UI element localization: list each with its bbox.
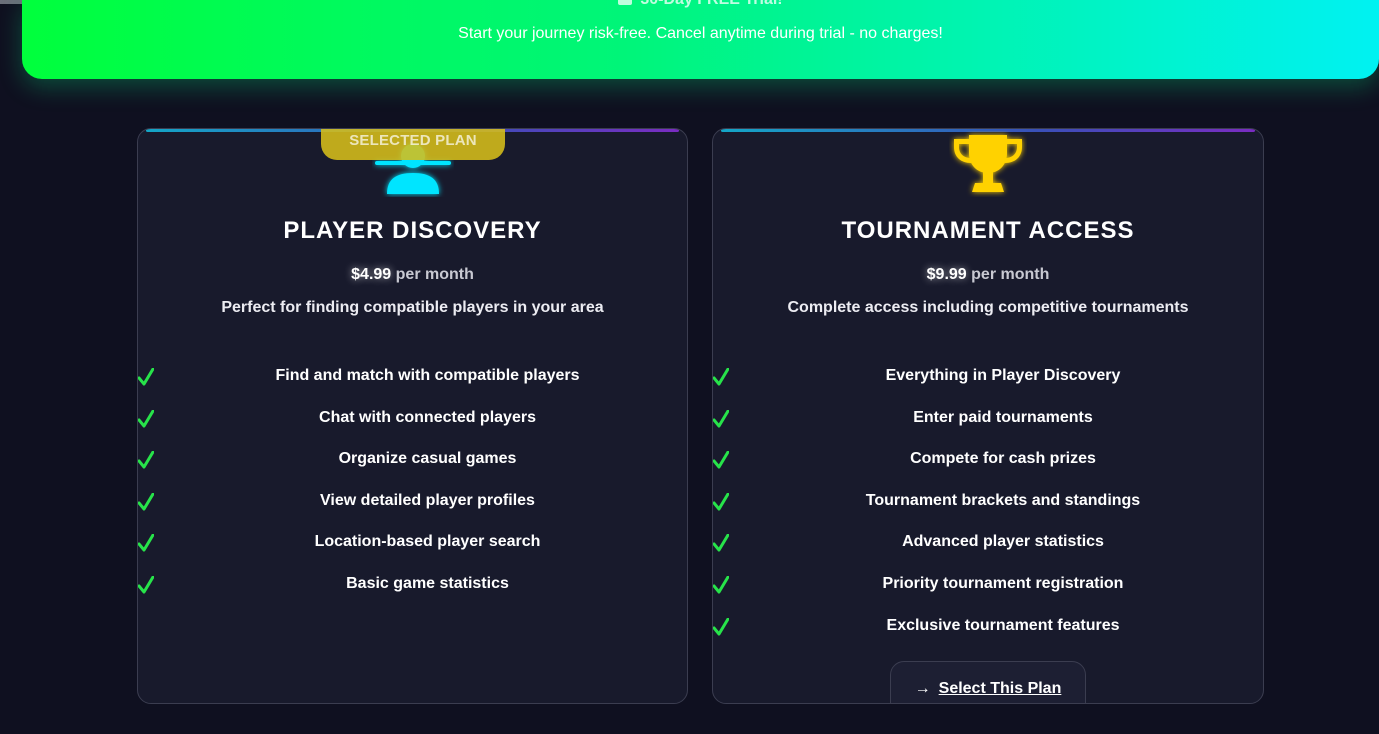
feature-label: Location-based player search [314,533,541,551]
feature-item: Compete for cash prizes [713,445,1263,487]
feature-item: Basic game statistics [138,570,687,612]
check-icon [713,451,729,469]
plan-icon-area: SELECTED PLAN [138,129,687,199]
banner-subtitle: Start your journey risk-free. Cancel any… [458,25,943,42]
feature-item: Exclusive tournament features [713,612,1263,654]
plan-price: $9.99 per month [713,266,1263,284]
feature-item: Chat with connected players [138,404,687,446]
feature-label: Tournament brackets and standings [865,491,1141,509]
check-icon [713,575,729,594]
plan-description: Perfect for finding compatible players i… [221,299,604,316]
feature-label: Priority tournament registration [882,574,1124,592]
plan-title: TOURNAMENT ACCESS [841,217,1135,244]
feature-label: View detailed player profiles [320,491,535,509]
feature-label: Organize casual games [338,450,517,468]
feature-list: Everything in Player Discovery Enter pai… [713,362,1263,653]
feature-item: Advanced player statistics [713,528,1263,570]
feature-label: Basic game statistics [346,574,509,592]
feature-item: Tournament brackets and standings [713,487,1263,529]
feature-label: Enter paid tournaments [913,408,1093,426]
plan-icon-area [713,129,1263,199]
feature-item: View detailed player profiles [138,487,687,529]
check-icon [713,534,729,552]
price-period: per month [971,266,1050,283]
price-amount: $9.99 [926,266,967,283]
check-icon [138,368,154,386]
plan-card-player-discovery[interactable]: SELECTED PLAN PLAYER DISCOVERY $4.99 per… [137,128,688,704]
feature-label: Find and match with compatible players [275,367,580,384]
select-plan-button[interactable]: → Select This Plan [890,661,1086,703]
select-plan-label: Select This Plan [938,680,1062,697]
check-icon [713,492,729,511]
check-icon [138,409,154,428]
feature-item: Location-based player search [138,528,687,570]
check-icon [138,451,154,469]
price-amount: $4.99 [351,266,392,283]
check-icon [138,492,154,511]
feature-item: Find and match with compatible players [138,362,687,404]
check-icon [713,617,729,636]
feature-list: Find and match with compatible players C… [138,362,687,612]
free-trial-banner: 30-Day FREE Trial! Start your journey ri… [22,0,1379,79]
plan-price: $4.99 per month [138,266,687,284]
trophy-icon [954,135,1022,192]
feature-label: Chat with connected players [319,408,536,426]
feature-item: Enter paid tournaments [713,404,1263,446]
feature-item: Organize casual games [138,445,687,487]
feature-label: Compete for cash prizes [910,450,1096,468]
check-icon [138,575,154,594]
gift-icon [618,0,633,5]
feature-item: Everything in Player Discovery [713,362,1263,404]
check-icon [713,409,729,428]
plan-description: Complete access including competitive to… [787,299,1189,316]
banner-title: 30-Day FREE Trial! [22,0,1379,9]
arrow-right-icon: → [914,680,931,697]
banner-title-text: 30-Day FREE Trial! [640,0,782,8]
feature-label: Everything in Player Discovery [885,367,1121,384]
price-period: per month [395,266,474,283]
feature-label: Advanced player statistics [902,533,1104,551]
check-icon [138,534,154,552]
feature-item: Priority tournament registration [713,570,1263,612]
plan-title: PLAYER DISCOVERY [283,217,542,244]
plan-card-tournament-access[interactable]: TOURNAMENT ACCESS $9.99 per month Comple… [712,128,1264,704]
selected-plan-badge: SELECTED PLAN [321,129,505,160]
feature-label: Exclusive tournament features [886,616,1120,634]
check-icon [713,368,729,386]
